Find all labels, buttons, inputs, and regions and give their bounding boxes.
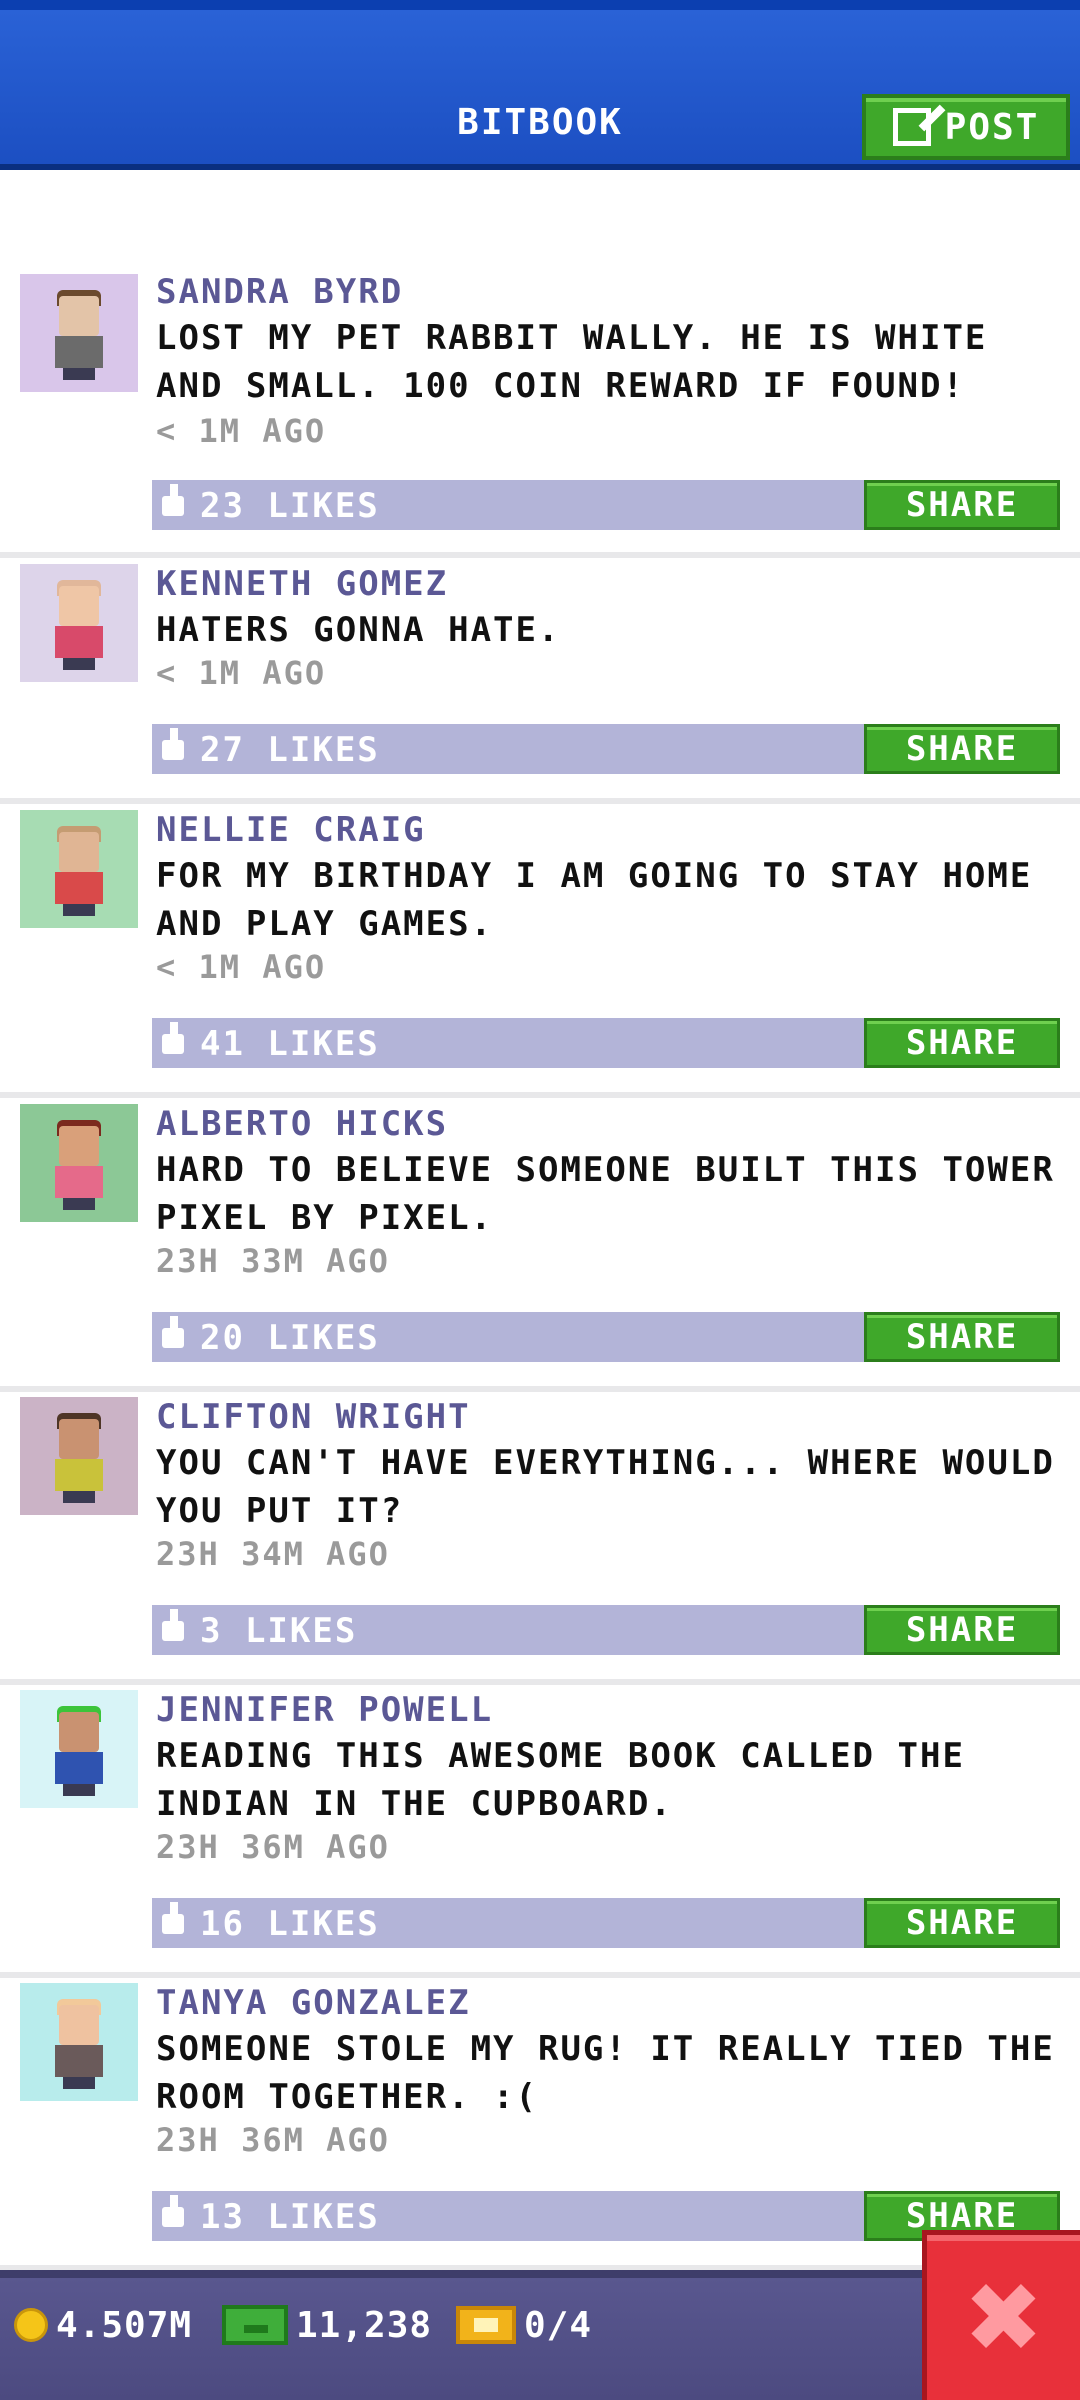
post-author[interactable]: ALBERTO HICKS: [156, 1104, 448, 1144]
likes-count[interactable]: 13 LIKES: [200, 2197, 380, 2237]
bux-value: 11,238: [296, 2304, 433, 2346]
post-time: < 1M AGO: [156, 654, 327, 692]
tickets-counter: 0/4: [456, 2300, 592, 2350]
share-button[interactable]: SHARE: [864, 1018, 1060, 1068]
post-time: < 1M AGO: [156, 948, 327, 986]
likes-count[interactable]: 27 LIKES: [200, 730, 380, 770]
post-message: LOST MY PET RABBIT WALLY. HE IS WHITE AN…: [156, 318, 988, 406]
avatar: [20, 1104, 138, 1222]
thumbs-up-icon: [162, 484, 184, 516]
post-author[interactable]: KENNETH GOMEZ: [156, 564, 448, 604]
post-time: 23H 36M AGO: [156, 1828, 390, 1866]
like-bar: 20 LIKES SHARE: [152, 1312, 1060, 1362]
thumbs-up-icon: [162, 1902, 184, 1934]
avatar: [20, 1690, 138, 1808]
avatar: [20, 274, 138, 392]
likes-count[interactable]: 3 LIKES: [200, 1611, 357, 1651]
bux-icon: [222, 2305, 288, 2345]
thumbs-up-icon: [162, 2195, 184, 2227]
post-button[interactable]: POST: [862, 94, 1070, 160]
coins-counter: 4.507M: [14, 2300, 192, 2350]
post-message: SOMEONE STOLE MY RUG! IT REALLY TIED THE…: [156, 2029, 1055, 2117]
close-icon: ✖: [963, 2261, 1044, 2374]
share-button[interactable]: SHARE: [864, 724, 1060, 774]
post-author[interactable]: SANDRA BYRD: [156, 272, 403, 312]
feed-post: JENNIFER POWELL READING THIS AWESOME BOO…: [0, 1690, 1080, 1978]
post-author[interactable]: NELLIE CRAIG: [156, 810, 426, 850]
feed-post: TANYA GONZALEZ SOMEONE STOLE MY RUG! IT …: [0, 1983, 1080, 2271]
post-message: YOU CAN'T HAVE EVERYTHING... WHERE WOULD…: [156, 1443, 1055, 1531]
feed-post: SANDRA BYRD LOST MY PET RABBIT WALLY. HE…: [0, 270, 1080, 558]
thumbs-up-icon: [162, 1609, 184, 1641]
post-time: 23H 34M AGO: [156, 1535, 390, 1573]
status-bar: 4.507M 11,238 0/4: [0, 2270, 1080, 2400]
post-time: < 1M AGO: [156, 412, 327, 450]
like-bar: 41 LIKES SHARE: [152, 1018, 1060, 1068]
like-bar: 3 LIKES SHARE: [152, 1605, 1060, 1655]
coin-icon: [14, 2308, 48, 2342]
likes-count[interactable]: 16 LIKES: [200, 1904, 380, 1944]
post-button-label: POST: [944, 106, 1040, 148]
share-button[interactable]: SHARE: [864, 480, 1060, 530]
avatar: [20, 810, 138, 928]
post-author[interactable]: CLIFTON WRIGHT: [156, 1397, 471, 1437]
thumbs-up-icon: [162, 728, 184, 760]
feed-post: ALBERTO HICKS HARD TO BELIEVE SOMEONE BU…: [0, 1104, 1080, 1392]
close-button[interactable]: ✖: [922, 2230, 1080, 2400]
like-bar: 27 LIKES SHARE: [152, 724, 1060, 774]
post-time: 23H 36M AGO: [156, 2121, 390, 2159]
post-message: READING THIS AWESOME BOOK CALLED THE IND…: [156, 1736, 965, 1824]
avatar: [20, 1397, 138, 1515]
tickets-value: 0/4: [524, 2304, 593, 2346]
coins-value: 4.507M: [56, 2304, 193, 2346]
post-message: HATERS GONNA HATE.: [156, 610, 561, 650]
bux-counter: 11,238: [222, 2300, 432, 2350]
share-button[interactable]: SHARE: [864, 1312, 1060, 1362]
ticket-icon: [456, 2306, 516, 2344]
thumbs-up-icon: [162, 1316, 184, 1348]
post-message: FOR MY BIRTHDAY I AM GOING TO STAY HOME …: [156, 856, 1033, 944]
share-button[interactable]: SHARE: [864, 1898, 1060, 1948]
post-author[interactable]: TANYA GONZALEZ: [156, 1983, 471, 2023]
like-bar: 16 LIKES SHARE: [152, 1898, 1060, 1948]
likes-count[interactable]: 20 LIKES: [200, 1318, 380, 1358]
post-message: HARD TO BELIEVE SOMEONE BUILT THIS TOWER…: [156, 1150, 1055, 1238]
app-header: BITBOOK POST: [0, 0, 1080, 170]
share-button[interactable]: SHARE: [864, 1605, 1060, 1655]
feed-post: NELLIE CRAIG FOR MY BIRTHDAY I AM GOING …: [0, 810, 1080, 1098]
like-bar: 23 LIKES SHARE: [152, 480, 1060, 530]
avatar: [20, 564, 138, 682]
likes-count[interactable]: 41 LIKES: [200, 1024, 380, 1064]
thumbs-up-icon: [162, 1022, 184, 1054]
feed-post: CLIFTON WRIGHT YOU CAN'T HAVE EVERYTHING…: [0, 1397, 1080, 1685]
post-author[interactable]: JENNIFER POWELL: [156, 1690, 493, 1730]
avatar: [20, 1983, 138, 2101]
feed-post: KENNETH GOMEZ HATERS GONNA HATE. < 1M AG…: [0, 564, 1080, 804]
post-time: 23H 33M AGO: [156, 1242, 390, 1280]
edit-icon: [892, 108, 931, 146]
likes-count[interactable]: 23 LIKES: [200, 486, 380, 526]
